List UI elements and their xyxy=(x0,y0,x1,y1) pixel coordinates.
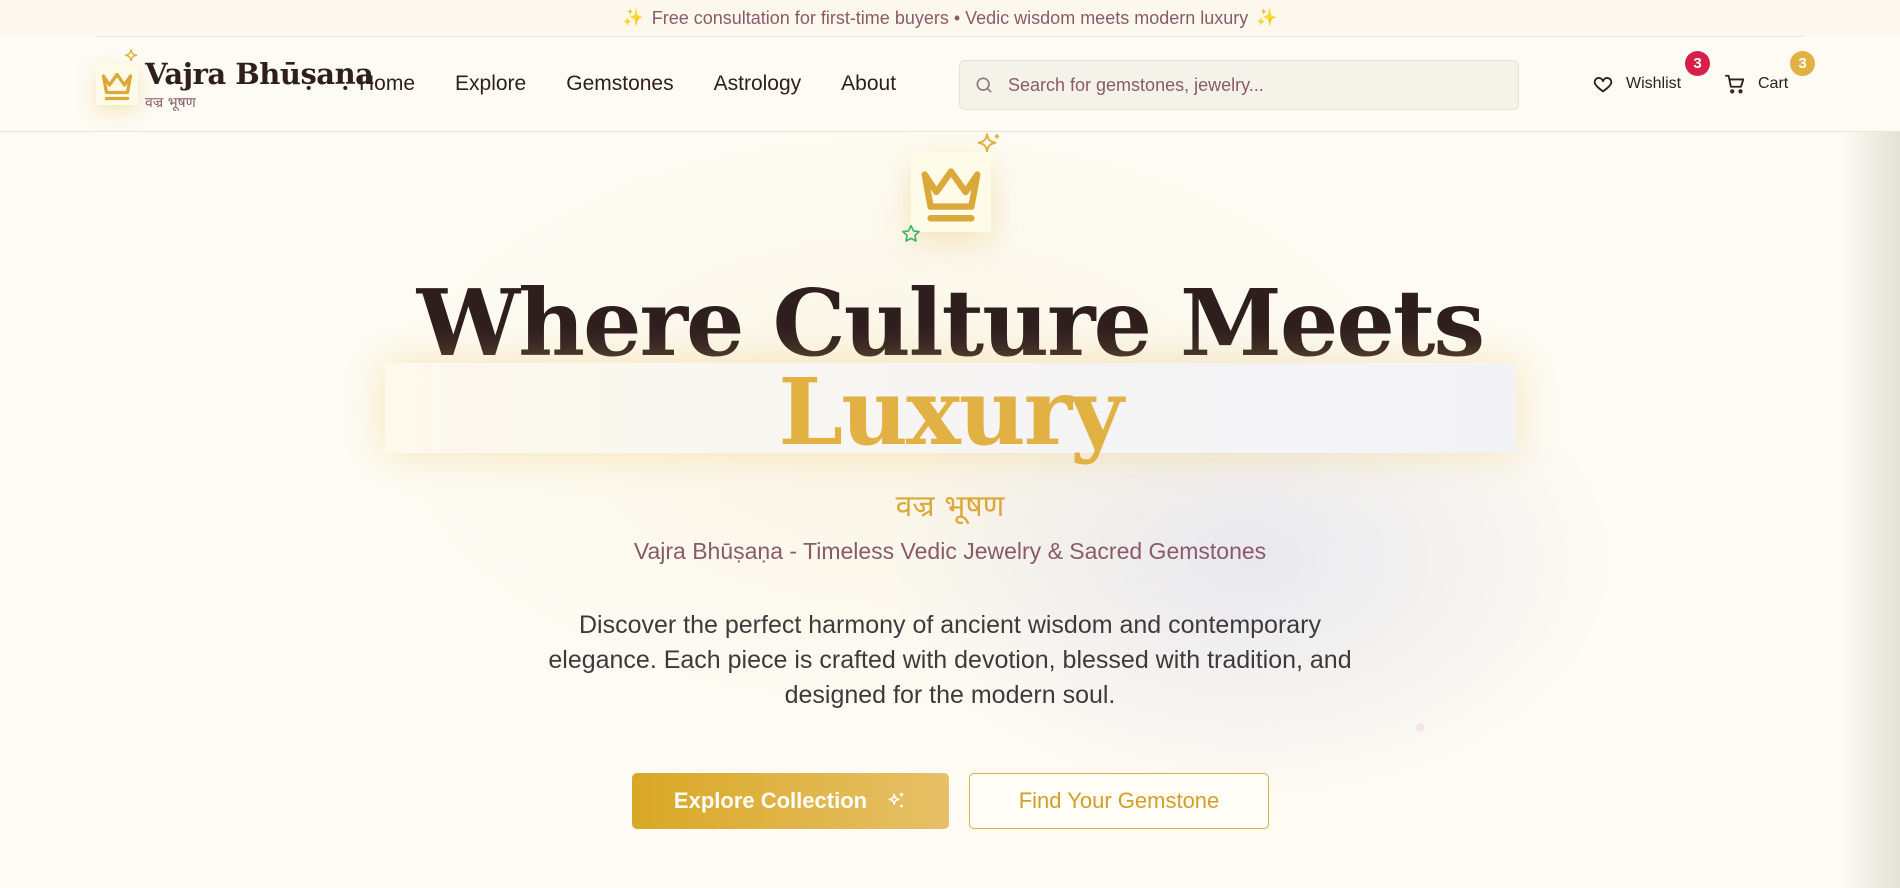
cart-icon xyxy=(1724,74,1745,94)
find-gemstone-button[interactable]: Find Your Gemstone xyxy=(969,773,1269,829)
crown-icon xyxy=(101,72,133,101)
wishlist-button[interactable]: Wishlist xyxy=(1592,73,1681,95)
star-icon xyxy=(902,224,920,242)
nav-astrology[interactable]: Astrology xyxy=(714,72,802,96)
crown-icon xyxy=(921,168,981,222)
cart-count-badge: 3 xyxy=(1790,51,1815,76)
hero-tagline: Vajra Bhūṣaṇa - Timeless Vedic Jewelry &… xyxy=(633,538,1267,564)
announcement-bar: ✨ Free consultation for first-time buyer… xyxy=(0,0,1900,36)
cart-label: Cart xyxy=(1758,75,1789,92)
hero-highlight: Luxury xyxy=(778,358,1123,466)
sparkle-icon xyxy=(124,49,138,62)
sparkles-icon: ✨ xyxy=(1256,8,1278,27)
page: ✨ Free consultation for first-time buyer… xyxy=(0,0,1900,888)
sparkles-icon xyxy=(885,790,907,812)
nav-about[interactable]: About xyxy=(841,72,896,96)
explore-collection-label: Explore Collection xyxy=(673,788,868,813)
logo-subtitle: वज्र भूषण xyxy=(145,95,196,111)
search-bar[interactable] xyxy=(959,60,1519,110)
wishlist-count-badge: 3 xyxy=(1685,51,1710,76)
sparkles-icon: ✨ xyxy=(622,8,644,27)
wishlist-label: Wishlist xyxy=(1626,75,1682,92)
hero-description: Discover the perfect harmony of ancient … xyxy=(548,611,1352,709)
heart-icon xyxy=(1593,77,1613,93)
decorative-dot xyxy=(1416,723,1425,732)
search-input[interactable] xyxy=(1008,74,1518,96)
nav-home[interactable]: Home xyxy=(359,72,415,96)
find-gemstone-label: Find Your Gemstone xyxy=(1018,788,1220,813)
sparkle-icon xyxy=(977,133,1000,153)
cart-button[interactable]: Cart xyxy=(1724,73,1788,95)
logo-title[interactable]: Vajra Bhūṣaṇa xyxy=(145,57,374,91)
hero-devanagari: वज्र भूषण xyxy=(895,489,1005,524)
hero-crown-badge xyxy=(911,152,991,232)
explore-collection-button[interactable]: Explore Collection xyxy=(632,773,949,829)
site-header: Vajra Bhūṣaṇa वज्र भूषण Home Explore Gem… xyxy=(0,37,1900,132)
search-icon xyxy=(974,75,994,95)
announcement-text: Free consultation for first-time buyers … xyxy=(651,7,1249,28)
main-nav: Home Explore Gemstones Astrology About xyxy=(359,72,936,96)
logo[interactable] xyxy=(96,65,138,105)
nav-explore[interactable]: Explore xyxy=(455,72,526,96)
nav-gemstones[interactable]: Gemstones xyxy=(566,72,673,96)
